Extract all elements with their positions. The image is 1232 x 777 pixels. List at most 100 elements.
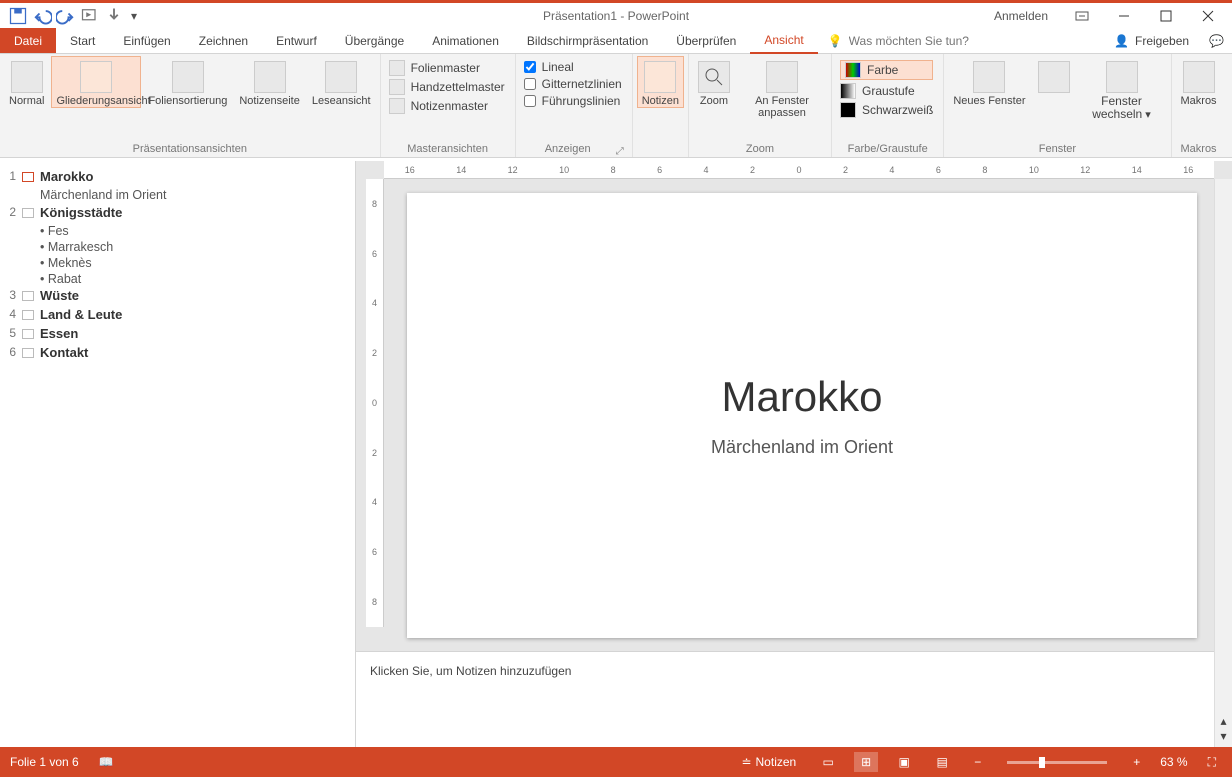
guides-checkbox[interactable]: Führungslinien xyxy=(524,94,622,108)
tab-file[interactable]: Datei xyxy=(0,28,56,53)
view-normal-button[interactable]: Normal xyxy=(4,56,49,108)
zoom-button[interactable]: Zoom xyxy=(693,56,735,108)
slide-master-button[interactable]: Folienmaster xyxy=(389,60,505,76)
slide-counter[interactable]: Folie 1 von 6 xyxy=(10,755,79,769)
tab-start[interactable]: Start xyxy=(56,28,109,53)
new-window-button[interactable]: Neues Fenster xyxy=(948,56,1030,108)
outline-slide[interactable]: 5Essen xyxy=(6,326,345,341)
color-icon xyxy=(845,62,861,78)
tab-animations[interactable]: Animationen xyxy=(418,28,513,53)
tab-insert[interactable]: Einfügen xyxy=(109,28,184,53)
qat-more-icon[interactable]: ▾ xyxy=(128,6,140,26)
outline-slide[interactable]: 6 Kontakt xyxy=(6,345,345,360)
status-normal-view-icon[interactable]: ▭ xyxy=(816,752,840,772)
tab-review[interactable]: Überprüfen xyxy=(662,28,750,53)
notes-master-button[interactable]: Notizenmaster xyxy=(389,98,505,114)
undo-icon[interactable] xyxy=(32,6,52,26)
outline-slide[interactable]: 2 Königsstädte xyxy=(6,205,345,220)
show-dialog-launcher-icon[interactable]: ⤢ xyxy=(616,146,628,157)
spellcheck-icon[interactable]: 📖 xyxy=(93,755,120,769)
ribbon-display-icon[interactable] xyxy=(1062,4,1102,28)
slide-icon xyxy=(22,329,34,339)
horizontal-ruler: 1614121086420246810121416 xyxy=(384,161,1214,179)
tab-slideshow[interactable]: Bildschirmpräsentation xyxy=(513,28,662,53)
macros-button[interactable]: Makros xyxy=(1176,56,1222,108)
minimize-icon[interactable] xyxy=(1104,4,1144,28)
zoom-slider[interactable] xyxy=(1007,761,1107,764)
close-icon[interactable] xyxy=(1188,4,1228,28)
sign-in-button[interactable]: Anmelden xyxy=(982,9,1060,23)
outline-subtitle[interactable]: Märchenland im Orient xyxy=(40,188,345,202)
outline-number: 3 xyxy=(6,288,16,302)
status-sorter-view-icon[interactable]: ⊞ xyxy=(854,752,878,772)
color-button[interactable]: Farbe xyxy=(840,60,933,80)
outline-bullet[interactable]: • Marrakesch xyxy=(40,240,345,254)
notes-toggle-button[interactable]: Notizen xyxy=(637,56,684,108)
fit-slide-icon[interactable]: ⛶ xyxy=(1202,755,1222,770)
outline-slide[interactable]: 1Marokko xyxy=(6,169,345,184)
status-notes-button[interactable]: ≐ Notizen xyxy=(735,755,802,769)
prev-slide-icon[interactable]: ▴ xyxy=(1220,714,1226,728)
slide[interactable]: Marokko Märchenland im Orient xyxy=(407,193,1197,638)
vertical-scrollbar[interactable]: ▴ ▾ xyxy=(1214,179,1232,747)
start-from-beginning-icon[interactable] xyxy=(80,6,100,26)
slide-title[interactable]: Marokko xyxy=(721,373,882,421)
comment-icon: 💬 xyxy=(1209,34,1224,48)
maximize-icon[interactable] xyxy=(1146,4,1186,28)
share-button[interactable]: 👤 Freigeben xyxy=(1102,28,1201,53)
outline-title[interactable]: Wüste xyxy=(40,288,79,303)
next-slide-icon[interactable]: ▾ xyxy=(1220,729,1226,743)
view-outline-button[interactable]: Gliederungsansicht xyxy=(51,56,141,108)
view-notespage-button[interactable]: Notizenseite xyxy=(234,56,305,108)
arrange-all-button[interactable] xyxy=(1033,56,1075,108)
status-slideshow-icon[interactable]: ▤ xyxy=(930,752,954,772)
slide-icon xyxy=(22,172,34,182)
outline-title[interactable]: Kontakt xyxy=(40,345,88,360)
tell-me[interactable]: 💡 xyxy=(818,28,1019,53)
bw-icon xyxy=(840,102,856,118)
view-sorter-button[interactable]: Foliensortierung xyxy=(143,56,232,108)
group-label: Zoom xyxy=(693,142,827,157)
fit-to-window-button[interactable]: An Fenster anpassen xyxy=(737,56,827,120)
zoom-level[interactable]: 63 % xyxy=(1160,755,1187,769)
zoom-in-icon[interactable]: + xyxy=(1127,755,1146,769)
outline-pane[interactable]: 1Marokko Märchenland im Orient 2 Königsstäd… xyxy=(0,161,356,747)
outline-title[interactable]: Marokko xyxy=(40,169,93,184)
ruler-checkbox[interactable]: Lineal xyxy=(524,60,622,74)
view-reading-button[interactable]: Leseansicht xyxy=(307,56,376,108)
blackwhite-button[interactable]: Schwarzweiß xyxy=(840,102,933,118)
tab-design[interactable]: Entwurf xyxy=(262,28,331,53)
status-reading-view-icon[interactable]: ▣ xyxy=(892,752,916,772)
save-icon[interactable] xyxy=(8,6,28,26)
slide-canvas[interactable]: Marokko Märchenland im Orient xyxy=(400,189,1204,627)
grayscale-button[interactable]: Graustufe xyxy=(840,83,933,99)
outline-bullet[interactable]: • Rabat xyxy=(40,272,345,286)
tab-view[interactable]: Ansicht xyxy=(750,28,817,54)
comments-button[interactable]: 💬 xyxy=(1201,28,1232,53)
handout-master-button[interactable]: Handzettelmaster xyxy=(389,79,505,95)
redo-icon[interactable] xyxy=(56,6,76,26)
notes-pane[interactable]: Klicken Sie, um Notizen hinzuzufügen xyxy=(356,651,1214,747)
touch-mode-icon[interactable] xyxy=(104,6,124,26)
outline-number: 6 xyxy=(6,345,16,359)
handout-master-icon xyxy=(389,79,405,95)
notes-master-icon xyxy=(389,98,405,114)
gridlines-checkbox[interactable]: Gitternetzlinien xyxy=(524,77,622,91)
tell-me-input[interactable] xyxy=(849,34,1009,48)
ribbon: Normal Gliederungsansicht Foliensortieru… xyxy=(0,54,1232,158)
outline-bullet[interactable]: • Fes xyxy=(40,224,345,238)
slide-icon xyxy=(22,208,34,218)
outline-title[interactable]: Essen xyxy=(40,326,78,341)
tab-draw[interactable]: Zeichnen xyxy=(185,28,262,53)
outline-slide[interactable]: 3 Wüste xyxy=(6,288,345,303)
slide-subtitle[interactable]: Märchenland im Orient xyxy=(711,437,893,458)
outline-bullet[interactable]: • Meknès xyxy=(40,256,345,270)
share-label: Freigeben xyxy=(1135,34,1189,48)
outline-number: 2 xyxy=(6,205,16,219)
zoom-out-icon[interactable]: − xyxy=(968,755,987,769)
outline-title[interactable]: Land & Leute xyxy=(40,307,122,322)
switch-windows-button[interactable]: Fenster wechseln ▾ xyxy=(1077,56,1167,122)
outline-slide[interactable]: 4Land & Leute xyxy=(6,307,345,322)
outline-title[interactable]: Königsstädte xyxy=(40,205,122,220)
tab-transitions[interactable]: Übergänge xyxy=(331,28,418,53)
